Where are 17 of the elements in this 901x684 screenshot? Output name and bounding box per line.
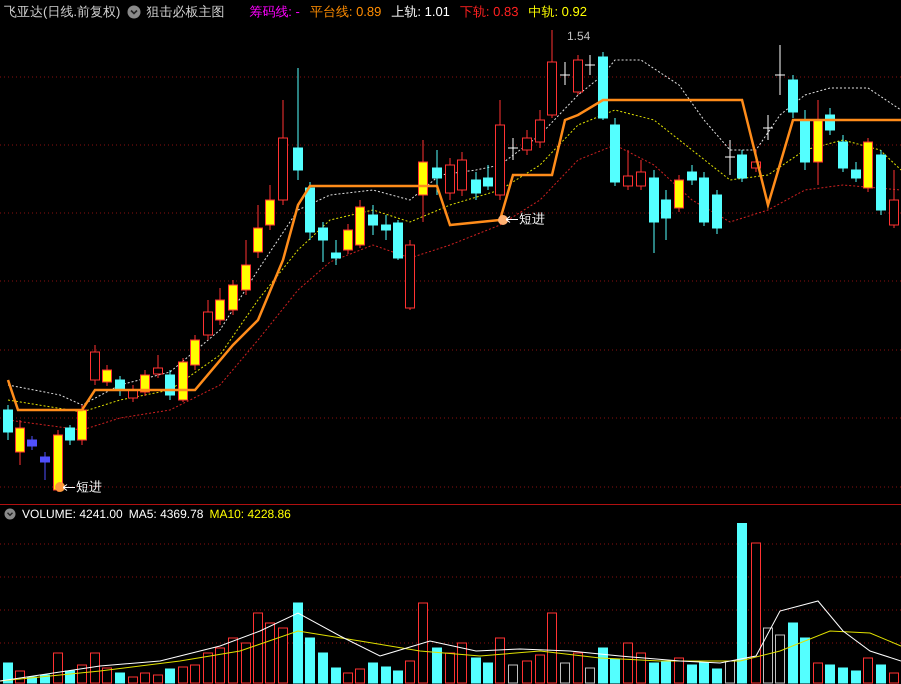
signal-label: 短进 (76, 478, 102, 496)
chart-title: 飞亚达(日线.前复权) (4, 3, 120, 21)
dropdown-icon[interactable] (127, 5, 142, 19)
volume-stat: MA10: 4228.86 (209, 507, 291, 521)
legend-item: 下轨: 0.83 (460, 3, 518, 21)
price-label: 1.54 (567, 29, 590, 43)
signal-label: 短进 (519, 210, 545, 228)
volume-stat: MA5: 4369.78 (128, 507, 204, 521)
dropdown-icon[interactable] (4, 508, 16, 520)
arrow-left-icon (506, 216, 518, 222)
arrow-left-icon (63, 484, 75, 490)
legend-item: 中轨: 0.92 (528, 3, 587, 21)
volume-stat: VOLUME: 4241.00 (22, 507, 123, 521)
legend-item: 上轨: 1.01 (391, 3, 450, 21)
legend-item: 平台线: 0.89 (310, 3, 382, 21)
indicator-name: 狙击必板主图 (146, 3, 224, 21)
legend-item: 筹码线: - (249, 3, 300, 21)
